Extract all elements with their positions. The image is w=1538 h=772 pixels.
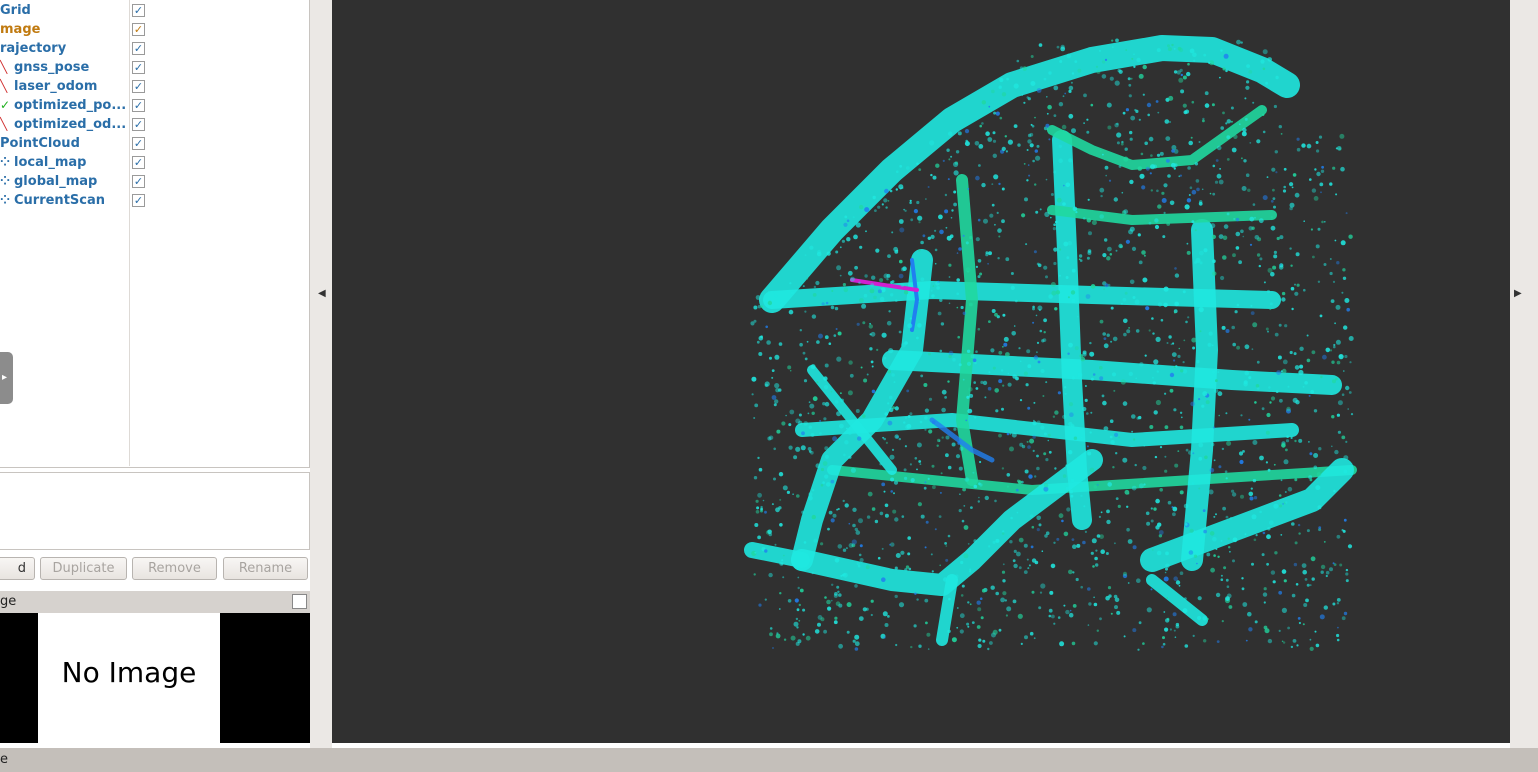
display-type-icon: ╲ xyxy=(0,79,8,93)
display-item[interactable]: PointCloud ✓ xyxy=(0,134,300,153)
image-panel-float-checkbox[interactable] xyxy=(292,594,307,609)
remove-button[interactable]: Remove xyxy=(132,557,217,580)
no-image-placeholder: No Image xyxy=(38,613,220,743)
display-item-label: gnss_pose xyxy=(14,60,90,75)
display-item-label: Grid xyxy=(0,3,31,18)
display-item-label: CurrentScan xyxy=(14,193,105,208)
display-item[interactable]: Grid ✓ xyxy=(0,1,300,20)
display-type-icon: ⁘ xyxy=(0,155,11,169)
display-type-icon: ⁘ xyxy=(0,174,11,188)
display-enabled-checkbox[interactable]: ✓ xyxy=(132,42,145,55)
duplicate-button[interactable]: Duplicate xyxy=(40,557,127,580)
display-description-box xyxy=(0,472,310,550)
display-enabled-checkbox[interactable]: ✓ xyxy=(132,137,145,150)
display-item[interactable]: ⁘ global_map ✓ xyxy=(0,172,300,191)
display-enabled-checkbox[interactable]: ✓ xyxy=(132,156,145,169)
display-enabled-checkbox[interactable]: ✓ xyxy=(132,175,145,188)
display-item-label: mage xyxy=(0,22,41,37)
display-item[interactable]: mage ✓ xyxy=(0,20,300,39)
handle-grip-icon: ▸ xyxy=(2,372,8,383)
displays-tree: Grid ✓ mage ✓ rajectory ✓ ╲ gnss_pose ✓ ╲ laser_od… xyxy=(0,0,310,468)
display-item-label: laser_odom xyxy=(14,79,98,94)
map-roads xyxy=(744,35,1357,646)
right-splitter[interactable]: ▶ xyxy=(1510,0,1538,748)
display-enabled-checkbox[interactable]: ✓ xyxy=(132,194,145,207)
display-enabled-checkbox[interactable]: ✓ xyxy=(132,118,145,131)
display-item[interactable]: ╲ optimized_od... ✓ xyxy=(0,115,300,134)
collapse-right-icon[interactable]: ▶ xyxy=(1514,288,1522,299)
status-bar: e xyxy=(0,748,1538,772)
display-item[interactable]: rajectory ✓ xyxy=(0,39,300,58)
display-item-label: PointCloud xyxy=(0,136,80,151)
point-cloud-map[interactable] xyxy=(332,0,1510,743)
3d-viewport[interactable] xyxy=(332,0,1510,743)
display-item[interactable]: ╲ laser_odom ✓ xyxy=(0,77,300,96)
collapse-left-icon[interactable]: ◀ xyxy=(318,288,326,299)
left-splitter[interactable]: ◀ xyxy=(310,0,332,748)
display-item-label: global_map xyxy=(14,174,98,189)
display-item-label: local_map xyxy=(14,155,87,170)
display-type-icon: ✓ xyxy=(0,98,11,112)
display-item-label: rajectory xyxy=(0,41,67,56)
display-type-icon: ⁘ xyxy=(0,193,11,207)
image-panel-header: ge xyxy=(0,591,310,613)
display-item[interactable]: ⁘ local_map ✓ xyxy=(0,153,300,172)
display-item[interactable]: ╲ gnss_pose ✓ xyxy=(0,58,300,77)
image-panel-title: ge xyxy=(0,594,17,609)
add-button[interactable]: d xyxy=(0,557,35,580)
display-enabled-checkbox[interactable]: ✓ xyxy=(132,4,145,17)
display-item[interactable]: ✓ optimized_po... ✓ xyxy=(0,96,300,115)
display-enabled-checkbox[interactable]: ✓ xyxy=(132,23,145,36)
rename-button[interactable]: Rename xyxy=(223,557,308,580)
display-item-label: optimized_po... xyxy=(14,98,127,113)
display-type-icon: ╲ xyxy=(0,117,8,131)
display-item-label: optimized_od... xyxy=(14,117,127,132)
image-panel-view: No Image xyxy=(0,613,310,743)
display-type-icon: ╲ xyxy=(0,60,8,74)
display-enabled-checkbox[interactable]: ✓ xyxy=(132,61,145,74)
display-enabled-checkbox[interactable]: ✓ xyxy=(132,80,145,93)
display-item[interactable]: ⁘ CurrentScan ✓ xyxy=(0,191,300,210)
panel-collapse-handle[interactable]: ▸ xyxy=(0,352,13,404)
status-text: e xyxy=(0,752,8,767)
display-enabled-checkbox[interactable]: ✓ xyxy=(132,99,145,112)
